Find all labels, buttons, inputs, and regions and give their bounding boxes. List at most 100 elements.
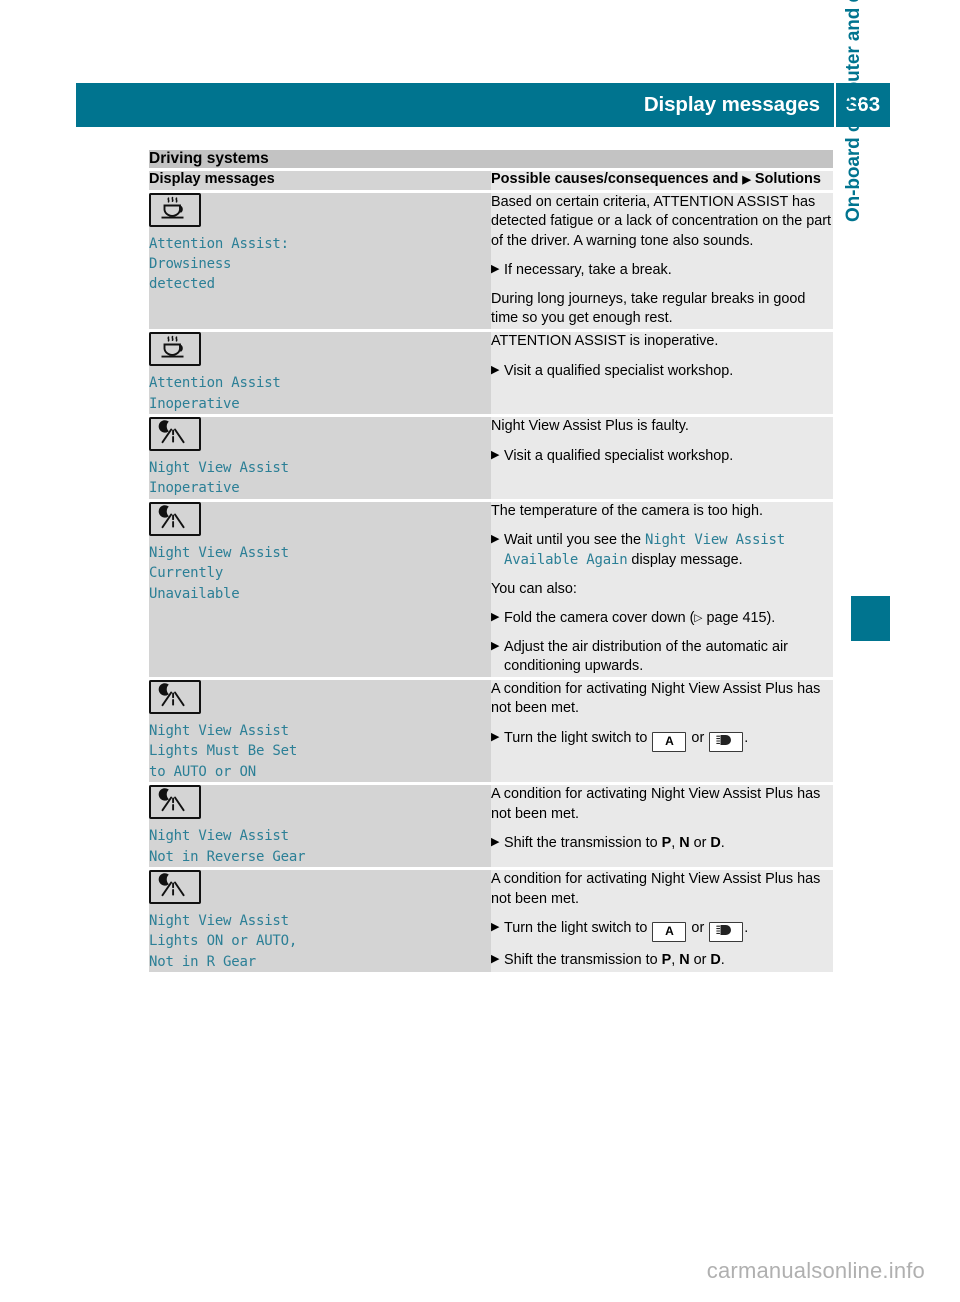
- table-row: Night View Assist Currently Unavailable T…: [149, 500, 833, 680]
- step-text: Wait until you see the Night View Assist…: [504, 532, 785, 568]
- column-header-solutions: Possible causes/consequences and ▶ Solutio…: [491, 169, 833, 193]
- night-view-assist-icon: [149, 870, 201, 905]
- table-row: Night View Assist Inoperative Night View …: [149, 415, 833, 502]
- chapter-tab-marker: [851, 596, 890, 641]
- table-row: Attention Assist: Drowsiness detected Bas…: [149, 191, 833, 333]
- section-title: Driving systems: [149, 150, 833, 171]
- body-paragraph: A condition for activating Night View As…: [491, 871, 821, 907]
- step-text: Turn the light switch to A or .: [504, 919, 833, 943]
- gear-position-d: D: [710, 952, 721, 969]
- step-arrow-icon: ▶: [491, 263, 500, 276]
- cause-solution-cell: A condition for activating Night View As…: [491, 678, 833, 786]
- column-header-display-messages: Display messages: [149, 169, 491, 193]
- coffee-cup-icon: [149, 192, 201, 227]
- page-reference[interactable]: page 415: [702, 610, 766, 626]
- message-cell: Night View Assist Currently Unavailable: [149, 500, 491, 680]
- inline-display-message: Night View Assist Available Again: [504, 532, 785, 568]
- coffee-cup-icon: [149, 332, 201, 367]
- gear-position-d: D: [710, 835, 721, 852]
- step-arrow-icon: ▶: [491, 921, 500, 934]
- column-header-prefix: Possible causes/consequences and: [491, 171, 739, 187]
- column-header-suffix: Solutions: [754, 171, 821, 187]
- table-column-header-row: Display messages Possible causes/conseque…: [149, 169, 833, 193]
- message-cell: Night View Assist Not in Reverse Gear: [149, 783, 491, 871]
- display-message-text: Night View Assist Currently Unavailable: [149, 544, 289, 602]
- solution-step: ▶ Shift the transmission to P, N or D.: [491, 951, 833, 971]
- step-arrow-icon: ▶: [491, 448, 500, 461]
- table-row: Attention Assist Inoperative ATTENTION AS…: [149, 330, 833, 417]
- display-message-text: Attention Assist: Drowsiness detected: [149, 235, 289, 293]
- step-arrow-icon: ▶: [491, 611, 500, 624]
- step-text: If necessary, take a break.: [504, 262, 672, 279]
- cause-solution-cell: A condition for activating Night View As…: [491, 868, 833, 976]
- light-switch-auto-key: A: [652, 732, 687, 753]
- display-message-text: Attention Assist Inoperative: [149, 375, 281, 412]
- body-paragraph: ATTENTION ASSIST is inoperative.: [491, 333, 719, 350]
- step-text: Turn the light switch to A or .: [504, 729, 833, 753]
- night-view-assist-icon: [149, 679, 201, 714]
- step-arrow-icon: ▶: [491, 953, 500, 966]
- display-messages-table: Driving systems Display messages Possible …: [149, 150, 833, 976]
- step-arrow-icon: ▶: [491, 731, 500, 744]
- headlight-icon: [709, 732, 744, 753]
- body-paragraph: You can also:: [491, 580, 577, 597]
- step-arrow-icon: ▶: [491, 639, 500, 652]
- step-arrow-icon: ▶: [491, 363, 500, 376]
- night-view-assist-icon: [149, 501, 201, 536]
- solution-step: ▶ Visit a qualified specialist workshop.: [491, 447, 833, 467]
- body-paragraph: A condition for activating Night View As…: [491, 680, 821, 717]
- solution-step: ▶ Shift the transmission to P, N or D.: [491, 834, 833, 854]
- gear-position-p: P: [661, 952, 672, 969]
- page-header-bar: Display messages 363: [76, 83, 890, 127]
- body-paragraph: A condition for activating Night View As…: [491, 786, 821, 822]
- solution-step: ▶ Visit a qualified specialist workshop.: [491, 362, 833, 382]
- solution-step: ▶ If necessary, take a break.: [491, 261, 833, 281]
- message-cell: Attention Assist Inoperative: [149, 330, 491, 417]
- step-arrow-icon: ▶: [742, 174, 751, 186]
- light-switch-auto-key: A: [652, 922, 687, 943]
- chapter-running-head: On-board computer and displays: [843, 0, 864, 222]
- page-title: Display messages: [643, 93, 820, 116]
- step-arrow-icon: ▶: [491, 533, 500, 546]
- solution-step: ▶ Fold the camera cover down (▷ page 415)…: [491, 609, 833, 629]
- cause-solution-cell: ATTENTION ASSIST is inoperative. ▶ Visit a…: [491, 330, 833, 417]
- gear-position-p: P: [661, 835, 672, 852]
- headlight-icon: [709, 922, 744, 943]
- night-view-assist-icon: [149, 785, 201, 820]
- table-row: Night View Assist Lights ON or AUTO, Not…: [149, 868, 833, 976]
- gear-position-n: N: [679, 835, 690, 852]
- message-cell: Night View Assist Inoperative: [149, 415, 491, 502]
- body-paragraph: During long journeys, take regular break…: [491, 290, 806, 327]
- display-message-text: Night View Assist Lights ON or AUTO, Not…: [149, 913, 298, 970]
- step-text: Visit a qualified specialist workshop.: [504, 447, 734, 464]
- display-message-text: Night View Assist Lights Must Be Set to …: [149, 722, 298, 780]
- message-cell: Night View Assist Lights Must Be Set to …: [149, 678, 491, 786]
- cause-solution-cell: A condition for activating Night View As…: [491, 783, 833, 871]
- cause-solution-cell: Based on certain criteria, ATTENTION ASS…: [491, 191, 833, 333]
- solution-step: ▶ Turn the light switch to A or .: [491, 729, 833, 753]
- solution-step: ▶ Adjust the air distribution of the auto…: [491, 638, 833, 677]
- table-section-header-row: Driving systems: [149, 150, 833, 171]
- body-paragraph: Night View Assist Plus is faulty.: [491, 417, 689, 434]
- table-row: Night View Assist Lights Must Be Set to …: [149, 678, 833, 786]
- gear-position-n: N: [679, 952, 690, 969]
- solution-step: ▶ Wait until you see the Night View Assis…: [491, 531, 833, 570]
- step-arrow-icon: ▶: [491, 836, 500, 849]
- site-watermark: carmanualsonline.info: [706, 1258, 925, 1283]
- table-row: Night View Assist Not in Reverse Gear A c…: [149, 783, 833, 871]
- solution-step: ▶ Turn the light switch to A or .: [491, 919, 833, 943]
- cause-solution-cell: The temperature of the camera is too hig…: [491, 500, 833, 680]
- body-paragraph: The temperature of the camera is too hig…: [491, 502, 763, 519]
- step-text: Shift the transmission to P, N or D.: [504, 835, 725, 852]
- display-message-text: Night View Assist Inoperative: [149, 459, 289, 497]
- step-text: Fold the camera cover down (▷ page 415).: [504, 610, 776, 627]
- message-cell: Night View Assist Lights ON or AUTO, Not…: [149, 868, 491, 976]
- step-text: Visit a qualified specialist workshop.: [504, 362, 734, 379]
- message-cell: Attention Assist: Drowsiness detected: [149, 191, 491, 333]
- step-text: Adjust the air distribution of the autom…: [504, 638, 788, 675]
- display-message-text: Night View Assist Not in Reverse Gear: [149, 828, 306, 865]
- step-text: Shift the transmission to P, N or D.: [504, 952, 725, 969]
- night-view-assist-icon: [149, 416, 201, 451]
- cause-solution-cell: Night View Assist Plus is faulty. ▶ Visit …: [491, 415, 833, 502]
- body-paragraph: Based on certain criteria, ATTENTION ASS…: [491, 193, 831, 249]
